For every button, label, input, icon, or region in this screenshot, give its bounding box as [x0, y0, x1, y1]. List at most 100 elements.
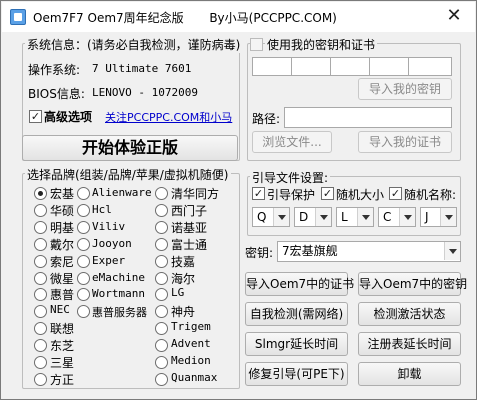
registry-extend-button[interactable]: 注册表延长时间 [358, 332, 461, 356]
brand-radio-label: LG [171, 286, 185, 300]
brand-radio[interactable] [77, 237, 90, 251]
bios-value: LENOVO - 1072009 [92, 86, 198, 99]
window-author: By小马(PCCPPC.COM) [209, 11, 337, 25]
brand-radio[interactable] [155, 339, 168, 353]
brand-radio-label: 西门子 [171, 203, 208, 218]
drive-letter-value: J [425, 210, 429, 224]
brand-radio[interactable] [155, 187, 168, 200]
brand-radio-label: 富士通 [171, 237, 208, 252]
brand-radio[interactable] [155, 220, 168, 234]
brand-radio[interactable] [155, 356, 168, 369]
boot-protect-checkbox[interactable] [252, 187, 265, 200]
chevron-down-icon [399, 208, 415, 226]
import-my-cert-button[interactable]: 导入我的证书 [358, 131, 452, 153]
app-icon [10, 9, 26, 25]
brand-radio[interactable] [155, 203, 168, 217]
drive-letter-value: Q [257, 210, 267, 224]
brand-radio[interactable] [34, 356, 47, 369]
brand-radio[interactable] [77, 271, 90, 285]
brand-radio-label: Viliv [92, 219, 126, 233]
import-oem7-cert-button[interactable]: 导入Oem7中的证书 [245, 272, 354, 296]
check-activation-button[interactable]: 检测激活状态 [358, 302, 461, 326]
brand-radio-label: 三星 [50, 356, 75, 370]
brand-radio[interactable] [155, 271, 168, 285]
key-field-5[interactable] [408, 57, 452, 76]
key-field-2[interactable] [291, 57, 331, 76]
brand-radio-label: Advent [171, 337, 211, 351]
brand-radio[interactable] [34, 237, 47, 251]
brand-radio-label: 联想 [50, 322, 75, 337]
brand-legend: 选择品牌(组装/品牌/苹果/虚拟机随便) [25, 166, 231, 183]
path-input[interactable] [284, 107, 452, 128]
brand-radio-label: NEC [50, 303, 70, 317]
brand-radio-label: 微星 [50, 271, 75, 286]
key-select[interactable]: 7宏基旗舰 [277, 241, 461, 262]
drive-letter-select[interactable]: C [378, 207, 416, 227]
brand-radio-label: 明基 [50, 220, 75, 235]
random-name-checkbox[interactable] [389, 187, 402, 200]
chevron-down-icon [357, 208, 373, 226]
brand-radio-label: 技嘉 [171, 254, 196, 269]
brand-radio-label: 神舟 [171, 305, 196, 320]
brand-radio-label: Quanmax [171, 370, 218, 384]
os-label: 操作系统: [28, 63, 81, 77]
drive-letter-select[interactable]: Q [252, 207, 290, 227]
brand-radio[interactable] [34, 187, 47, 200]
close-icon[interactable]: ✕ [441, 6, 467, 28]
brand-radio[interactable] [34, 254, 47, 268]
import-oem7-key-button[interactable]: 导入Oem7中的密钥 [358, 272, 467, 296]
brand-radio-label: 华硕 [50, 203, 75, 218]
drive-letter-select[interactable]: L [336, 207, 374, 227]
chevron-down-icon [315, 208, 331, 226]
brand-radio[interactable] [77, 220, 90, 234]
drive-letter-value: C [383, 210, 392, 224]
start-activation-button[interactable]: 开始体验正版 [22, 135, 238, 161]
brand-radio-label: Jooyon [92, 236, 132, 250]
brand-radio-label: eMachine [92, 270, 145, 284]
import-my-key-button[interactable]: 导入我的密钥 [358, 78, 452, 100]
bios-label: BIOS信息: [28, 87, 85, 101]
browse-file-button[interactable]: 浏览文件... [252, 131, 332, 153]
brand-radio[interactable] [34, 339, 47, 353]
boot-protect-label: 引导保护 [267, 188, 316, 202]
window-title: Oem7F7 Oem7周年纪念版 [33, 11, 184, 25]
brand-radio-label: 戴尔 [50, 237, 75, 252]
uninstall-button[interactable]: 卸载 [358, 362, 461, 386]
brand-radio[interactable] [155, 372, 168, 386]
brand-radio[interactable] [155, 237, 168, 251]
repair-boot-button[interactable]: 修复引导(可PE下) [245, 362, 348, 386]
os-value: 7 Ultimate 7601 [92, 62, 192, 75]
random-size-checkbox[interactable] [321, 187, 334, 200]
brand-radio[interactable] [34, 203, 47, 217]
drive-letter-select[interactable]: D [294, 207, 332, 227]
brand-radio-label: Hcl [92, 202, 112, 216]
key-label: 密钥: [245, 246, 274, 260]
brand-radio[interactable] [77, 254, 90, 268]
follow-link[interactable]: 关注PCCPPC.COM和小马 [105, 109, 232, 125]
brand-radio[interactable] [77, 203, 90, 217]
brand-radio[interactable] [34, 372, 47, 386]
chevron-down-icon [444, 242, 460, 260]
key-select-value: 7宏基旗舰 [282, 244, 338, 258]
advanced-options-checkbox[interactable] [29, 110, 42, 123]
brand-radio-label: 惠普服务器 [92, 306, 147, 320]
key-field-1[interactable] [252, 57, 292, 76]
brand-radio-label: 清华同方 [171, 187, 220, 201]
random-size-label: 随机大小 [336, 188, 385, 202]
slmgr-extend-button[interactable]: Slmgr延长时间 [245, 332, 348, 356]
sysinfo-legend: 系统信息：(请务必自我检测，谨防病毒) [25, 36, 243, 53]
key-field-4[interactable] [369, 57, 409, 76]
brand-radio[interactable] [155, 254, 168, 268]
drive-letter-select[interactable]: J [420, 207, 457, 227]
brand-radio-label: 方正 [50, 372, 75, 387]
use-my-key-checkbox[interactable] [250, 38, 263, 51]
brand-radio-label: 索尼 [50, 254, 75, 269]
brand-radio[interactable] [77, 187, 90, 200]
chevron-down-icon [273, 208, 289, 226]
brand-radio[interactable] [34, 271, 47, 285]
brand-radio[interactable] [34, 220, 47, 234]
key-field-3[interactable] [330, 57, 370, 76]
chevron-down-icon [440, 208, 456, 226]
bootfile-legend: 引导文件设置: [250, 169, 331, 186]
self-check-button[interactable]: 自我检测(需网络) [245, 302, 348, 326]
